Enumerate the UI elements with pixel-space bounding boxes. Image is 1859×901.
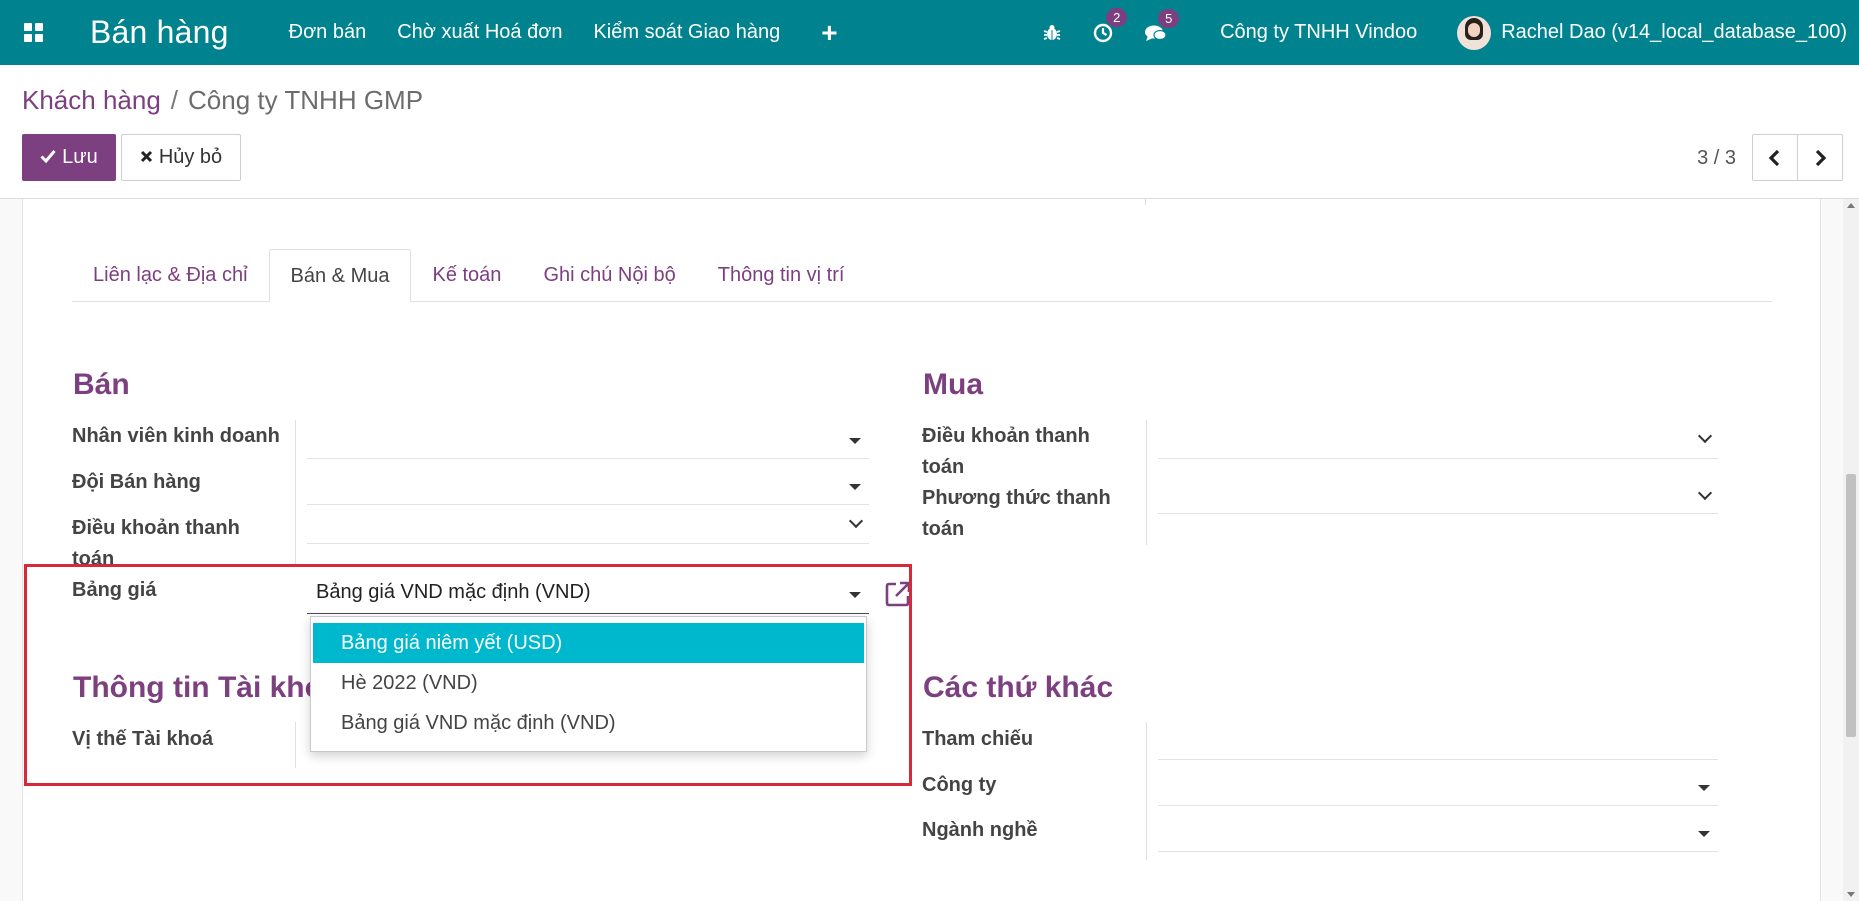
section-title-misc: Các thứ khác (923, 671, 1114, 704)
tab-accounting[interactable]: Kế toán (411, 249, 522, 302)
pricelist-value: Bảng giá VND mặc định (VND) (316, 581, 591, 603)
message-count-badge: 5 (1158, 8, 1180, 28)
pricelist-label: Bảng giá (72, 579, 157, 601)
user-avatar (1457, 15, 1492, 50)
navbar-systray: 2 5 Công ty TNHH Vindoo Rachel Dao (v14_… (1012, 0, 1847, 65)
label-column-divider (1146, 420, 1147, 545)
breadcrumb-separator: / (170, 85, 179, 115)
purchase-payment-terms-select[interactable] (1158, 421, 1718, 459)
payment-method-select[interactable] (1158, 476, 1718, 514)
tab-sales-purchase[interactable]: Bán & Mua (268, 249, 412, 303)
save-button-label: Lưu (62, 146, 98, 168)
sales-team-select[interactable] (307, 467, 869, 505)
chevron-left-icon (1768, 149, 1780, 166)
chevron-right-icon (1815, 149, 1827, 166)
caret-down-icon (1698, 785, 1710, 791)
activity-clock-icon[interactable]: 2 (1092, 7, 1128, 44)
salesperson-select[interactable] (307, 421, 869, 459)
sales-payment-terms-label: Điều khoản thanh toán (72, 517, 240, 570)
tab-location-info[interactable]: Thông tin vị trí (697, 249, 866, 302)
caret-down-icon (849, 484, 861, 490)
divider (1145, 199, 1146, 205)
menu-sales-orders[interactable]: Đơn bán (289, 21, 367, 44)
section-title-fiscal: Thông tin Tài khoản (73, 671, 315, 704)
main-menu: Đơn bán Chờ xuất Hoá đơn Kiểm soát Giao … (289, 18, 838, 47)
app-title[interactable]: Bán hàng (90, 14, 229, 51)
breadcrumb-current: Công ty TNHH GMP (188, 85, 424, 115)
pricelist-option[interactable]: Bảng giá niêm yết (USD) (313, 623, 864, 663)
label-column-divider (1146, 722, 1147, 860)
breadcrumb: Khách hàng / Công ty TNHH GMP (22, 85, 423, 116)
caret-down-icon (1698, 831, 1710, 837)
menu-delivery-control[interactable]: Kiểm soát Giao hàng (593, 21, 780, 44)
company-label: Công ty (922, 774, 997, 796)
fiscal-position-label: Vị thế Tài khoá (72, 728, 214, 750)
external-link-icon[interactable] (884, 580, 912, 608)
user-name: Rachel Dao (v14_local_database_100) (1501, 21, 1847, 43)
discard-button[interactable]: Hủy bỏ (121, 134, 241, 181)
top-navbar: Bán hàng Đơn bán Chờ xuất Hoá đơn Kiểm s… (0, 0, 1859, 65)
save-button[interactable]: Lưu (22, 134, 116, 181)
industry-label: Ngành nghề (922, 819, 1038, 841)
messages-chat-icon[interactable]: 5 (1144, 8, 1180, 43)
salesperson-label: Nhân viên kinh doanh (72, 425, 280, 447)
discard-button-label: Hủy bỏ (158, 146, 223, 168)
chevron-down-icon (1697, 485, 1713, 501)
reference-label: Tham chiếu (922, 728, 1034, 750)
pricelist-dropdown: Bảng giá niêm yết (USD) Hè 2022 (VND) Bả… (310, 616, 867, 752)
vertical-scrollbar[interactable] (1843, 199, 1859, 901)
menu-to-invoice[interactable]: Chờ xuất Hoá đơn (397, 21, 562, 44)
control-panel: Khách hàng / Công ty TNHH GMP Lưu Hủy bỏ 3… (0, 65, 1859, 199)
user-menu[interactable]: Rachel Dao (v14_local_database_100) (1457, 15, 1847, 50)
label-column-divider (295, 420, 296, 567)
section-title-purchase: Mua (923, 368, 983, 401)
scroll-up-arrow-icon[interactable] (1847, 203, 1855, 208)
close-icon (140, 146, 153, 169)
apps-menu-button[interactable] (0, 0, 66, 65)
chevron-down-icon (1697, 428, 1713, 444)
pager-previous-button[interactable] (1752, 134, 1798, 181)
check-icon (40, 146, 56, 169)
sales-payment-terms-select[interactable] (307, 506, 869, 544)
sales-team-label: Đội Bán hàng (72, 471, 201, 493)
pricelist-option[interactable]: Hè 2022 (VND) (311, 663, 866, 703)
payment-method-label: Phương thức thanh toán (922, 487, 1111, 540)
section-title-sales: Bán (73, 368, 130, 401)
caret-down-icon (849, 438, 861, 444)
company-switcher[interactable]: Công ty TNHH Vindoo (1220, 21, 1417, 44)
debug-bug-icon[interactable] (1042, 23, 1062, 43)
pager-next-button[interactable] (1797, 134, 1843, 181)
grid-icon (23, 23, 43, 42)
scroll-down-arrow-icon[interactable] (1847, 892, 1855, 897)
scroll-thumb[interactable] (1846, 474, 1856, 737)
breadcrumb-customers-link[interactable]: Khách hàng (22, 85, 161, 115)
pager-value: 3 / 3 (1697, 147, 1736, 169)
tab-contacts-addresses[interactable]: Liên lạc & Địa chỉ (72, 249, 269, 302)
notebook-tabs: Liên lạc & Địa chỉ Bán & Mua Kế toán Ghi… (72, 249, 1772, 303)
chevron-down-icon (848, 513, 864, 529)
caret-down-icon (849, 592, 861, 598)
industry-select[interactable] (1158, 814, 1718, 852)
activity-count-badge: 2 (1106, 7, 1128, 27)
tab-internal-notes[interactable]: Ghi chú Nội bộ (522, 249, 696, 302)
company-select[interactable] (1158, 768, 1718, 806)
label-column-divider (295, 722, 296, 768)
purchase-payment-terms-label: Điều khoản thanh toán (922, 425, 1090, 478)
pricelist-option[interactable]: Bảng giá VND mặc định (VND) (311, 703, 866, 743)
reference-input[interactable] (1158, 722, 1718, 760)
plus-icon[interactable]: + (821, 18, 837, 47)
